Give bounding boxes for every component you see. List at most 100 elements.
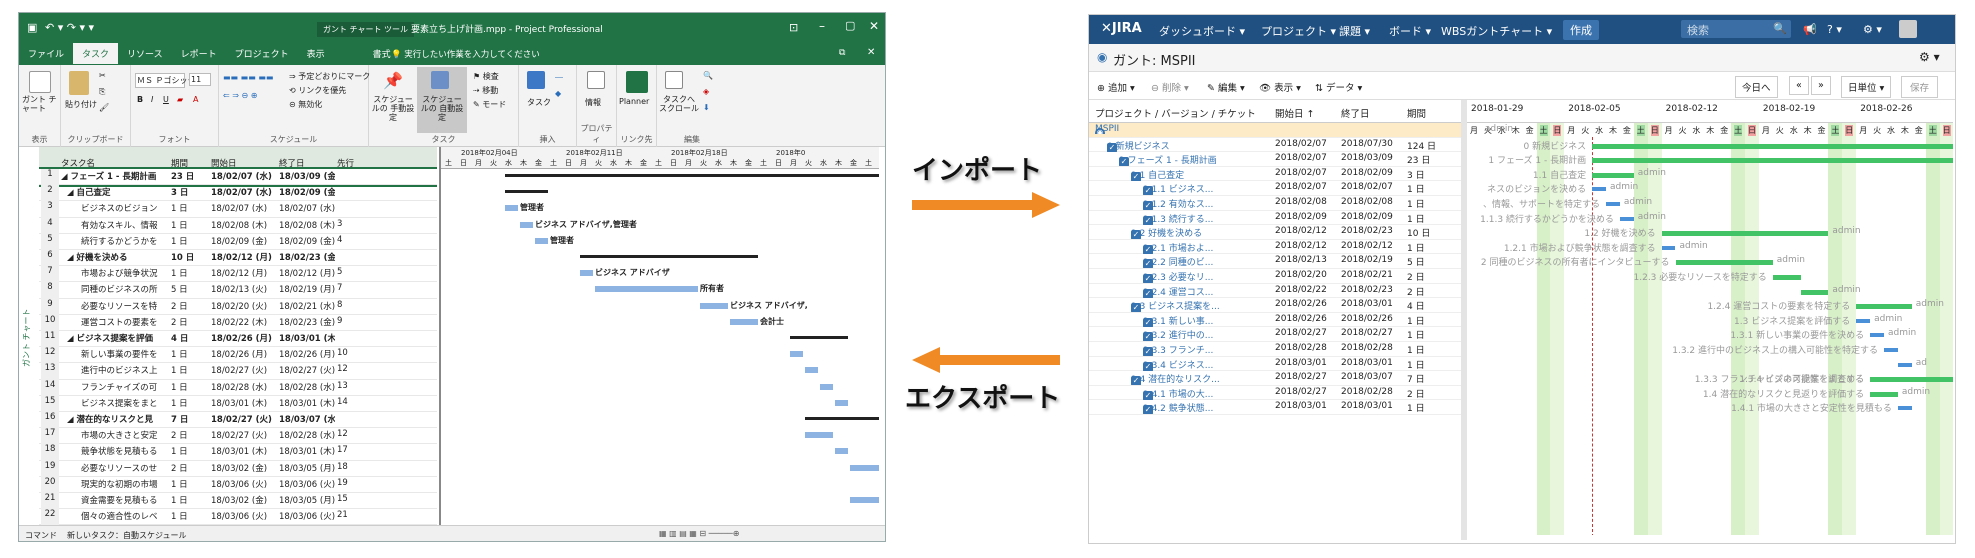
checkbox-icon[interactable]: ✓	[1143, 390, 1153, 400]
data-button[interactable]: ⇅ データ ▾	[1315, 80, 1362, 94]
view-button[interactable]: 👁 表示 ▾	[1259, 80, 1301, 94]
summary-bar[interactable]	[1800, 289, 1829, 295]
task-bar[interactable]	[850, 464, 879, 471]
ticket-name[interactable]: ✓ 1.1.1 ビジネス...	[1143, 182, 1271, 196]
checkbox-icon[interactable]: ✓	[1143, 405, 1153, 415]
ticket-name[interactable]: ✓ 1.1.2 有効なス...	[1143, 197, 1271, 210]
manual-schedule-button[interactable]: スケジュールの 手動設定	[371, 95, 415, 122]
ticket-row[interactable]: ✓ 1.1.1 ビジネス... 2018/02/07 2018/02/07 1 日	[1089, 181, 1461, 196]
task-row[interactable]: 2 ◢ 自己査定 3 日 18/02/07 (水) 18/02/09 (金	[39, 185, 437, 202]
ticket-row[interactable]: ✓ 1.2 好機を決める 2018/02/12 2018/02/23 10 日	[1089, 225, 1461, 240]
task-bar[interactable]	[505, 205, 518, 212]
checkbox-icon[interactable]: ✓	[1143, 274, 1153, 283]
checkbox-icon[interactable]: ✓	[1143, 201, 1153, 210]
ticket-name[interactable]: ✓ 1.2.1 市場およ...	[1143, 241, 1271, 254]
col-predecessor[interactable]: 先行	[337, 157, 354, 169]
paste-icon[interactable]	[69, 71, 89, 95]
checkbox-icon[interactable]: ✓	[1131, 303, 1141, 313]
checkbox-icon[interactable]: ✓	[1143, 332, 1153, 342]
issue-bar[interactable]	[1897, 406, 1912, 411]
view-shortcut-icons[interactable]: ▦ ▥ ▤ ▦ ⊟ ─────⊕	[659, 529, 739, 538]
font-size-select[interactable]: 11	[189, 73, 211, 86]
mark-on-track-button[interactable]: ⇒ 予定どおりにマーク	[289, 71, 370, 82]
format-painter-icon[interactable]: 🖌	[99, 103, 109, 112]
checkbox-icon[interactable]: ✓	[1143, 244, 1153, 254]
summary-bar[interactable]	[580, 255, 758, 258]
ticket-row[interactable]: ✓ 1.4.2 競争状態... 2018/03/01 2018/03/01 1 日	[1089, 400, 1461, 415]
task-bar[interactable]	[520, 221, 533, 228]
tell-me-input[interactable]: 💡 実行したい作業を入力してください	[391, 48, 540, 60]
task-row[interactable]: 10 運営コストの要素を 2 日 18/02/22 (木) 18/02/23 (金) 9	[39, 314, 437, 331]
close-icon[interactable]: ✕	[869, 19, 879, 33]
task-row[interactable]: 11 ◢ ビジネス提案を評価 4 日 18/02/26 (月) 18/03/01 (木	[39, 331, 437, 348]
underline-button[interactable]: U	[163, 95, 169, 104]
issue-bar[interactable]	[1870, 333, 1884, 338]
col-finish[interactable]: 終了日	[279, 157, 305, 169]
ticket-row[interactable]: ✓ 1.4 潜在的なリスク... 2018/02/27 2018/03/07 7 日	[1089, 371, 1461, 386]
ticket-row[interactable]: ✓ 0 新規ビジネス 2018/02/07 2018/07/30 124 日	[1089, 138, 1461, 153]
issue-bar[interactable]	[1897, 362, 1912, 367]
ticket-name[interactable]: ✓ 0 新規ビジネス	[1107, 139, 1271, 152]
task-bar[interactable]	[595, 286, 698, 293]
checkbox-icon[interactable]: ✓	[1143, 347, 1153, 356]
summary-bar[interactable]	[1661, 231, 1829, 237]
planner-button[interactable]: Planner	[619, 97, 649, 106]
ticket-name[interactable]: ✓ 1.1.3 続行する...	[1143, 212, 1271, 225]
gantt-button[interactable]: ガント チャート	[22, 95, 58, 113]
find-icon[interactable]: 🔍	[703, 71, 713, 80]
issue-bar[interactable]	[1884, 348, 1898, 352]
task-row[interactable]: 21 資金需要を見積もる 1 日 18/03/02 (金) 18/03/05 (月) 15	[39, 493, 437, 510]
task-bar[interactable]	[790, 351, 803, 358]
checkbox-icon[interactable]: ✓	[1119, 157, 1129, 167]
ticket-row[interactable]: ✓ 1.3.3 フランチ... 2018/02/28 2018/02/28 1 日	[1089, 342, 1461, 357]
ticket-row[interactable]: ✓ 1.3.2 進行中の... 2018/02/27 2018/02/27 1 日	[1089, 327, 1461, 342]
delete-button[interactable]: ⊖ 削除 ▾	[1151, 80, 1189, 94]
task-bar[interactable]	[820, 383, 833, 390]
ticket-name[interactable]: ✓ 1.2.3 必要なリ...	[1143, 270, 1271, 283]
ticket-row[interactable]: ◉ MSPII	[1089, 123, 1461, 138]
tab-report[interactable]: レポート	[172, 43, 226, 64]
task-row[interactable]: 8 同種のビジネスの所 5 日 18/02/13 (火) 18/02/19 (月) 7	[39, 282, 437, 299]
insert-task-button[interactable]: タスク	[527, 97, 551, 108]
copy-icon[interactable]: ⎘	[99, 87, 105, 97]
ticket-name[interactable]: ✓ 1.3.2 進行中の...	[1143, 328, 1271, 342]
scroll-to-task-button[interactable]: タスクへ スクロール	[659, 95, 699, 113]
highlight-icon[interactable]: ▰	[177, 95, 183, 104]
help-icon[interactable]: ? ▾	[1827, 23, 1842, 36]
task-bar[interactable]	[535, 237, 548, 244]
col-ticket[interactable]: プロジェクト / バージョン / チケット	[1095, 106, 1256, 120]
gantt-chart-icon[interactable]	[29, 71, 51, 93]
task-row[interactable]: 17 市場の大きさと安定 2 日 18/02/27 (火) 18/02/28 (水) 12	[39, 428, 437, 445]
search-input[interactable]: 検索 🔍	[1681, 20, 1791, 38]
ticket-name[interactable]: ✓ 1.2.2 同種のビ...	[1143, 255, 1271, 269]
task-bar[interactable]	[700, 302, 728, 309]
summary-bar[interactable]	[1592, 143, 1953, 149]
task-row[interactable]: 19 必要なリソースのせ 2 日 18/03/02 (金) 18/03/05 (月) 18	[39, 460, 437, 477]
save-icon[interactable]: ▣	[27, 21, 37, 34]
settings-gear-icon[interactable]: ⚙ ▾	[1919, 50, 1940, 64]
summary-bar[interactable]	[1592, 158, 1953, 164]
ticket-name[interactable]: ✓ 1.4 潜在的なリスク...	[1131, 372, 1271, 386]
ticket-row[interactable]: ✓ 1.2.1 市場およ... 2018/02/12 2018/02/12 1 日	[1089, 240, 1461, 255]
issue-bar[interactable]	[1856, 318, 1871, 323]
summary-bar[interactable]	[1592, 172, 1634, 178]
summary-bar[interactable]	[1772, 275, 1801, 280]
cut-icon[interactable]: ✂	[99, 71, 106, 80]
undo-icon[interactable]: ↶ ▾ ↷ ▾ ▾	[45, 21, 94, 34]
task-row[interactable]: 1 ◢ フェーズ 1 - 長期計画 23 日 18/02/07 (水) 18/03/09…	[39, 166, 437, 188]
status-new-task[interactable]: 新しいタスク：自動スケジュール	[67, 530, 186, 541]
summary-bar[interactable]	[505, 190, 548, 194]
tab-file[interactable]: ファイル	[19, 43, 73, 64]
font-name-select[interactable]: ＭＳ Ｐゴシック	[135, 73, 196, 88]
close-doc-icon[interactable]: ✕	[867, 47, 875, 58]
task-row[interactable]: 4 有効なスキル、情報 1 日 18/02/08 (木) 18/02/08 (木) 3	[39, 217, 437, 234]
ticket-row[interactable]: ✓ 1.3.4 ビジネス... 2018/03/01 2018/03/01 1 日	[1089, 357, 1461, 372]
task-bar[interactable]	[730, 318, 758, 325]
issue-bar[interactable]	[1661, 245, 1676, 250]
task-row[interactable]: 20 現実的な初期の市場 1 日 18/03/06 (火) 18/03/06 (火) 19	[39, 476, 437, 493]
italic-button[interactable]: I	[151, 95, 153, 104]
milestone-icon[interactable]: ◆	[555, 89, 561, 98]
create-button[interactable]: 作成	[1563, 20, 1599, 40]
task-row[interactable]: 6 ◢ 好機を決める 10 日 18/02/12 (月) 18/02/23 (金	[39, 250, 437, 267]
restore-icon[interactable]: ⧉	[839, 48, 845, 58]
